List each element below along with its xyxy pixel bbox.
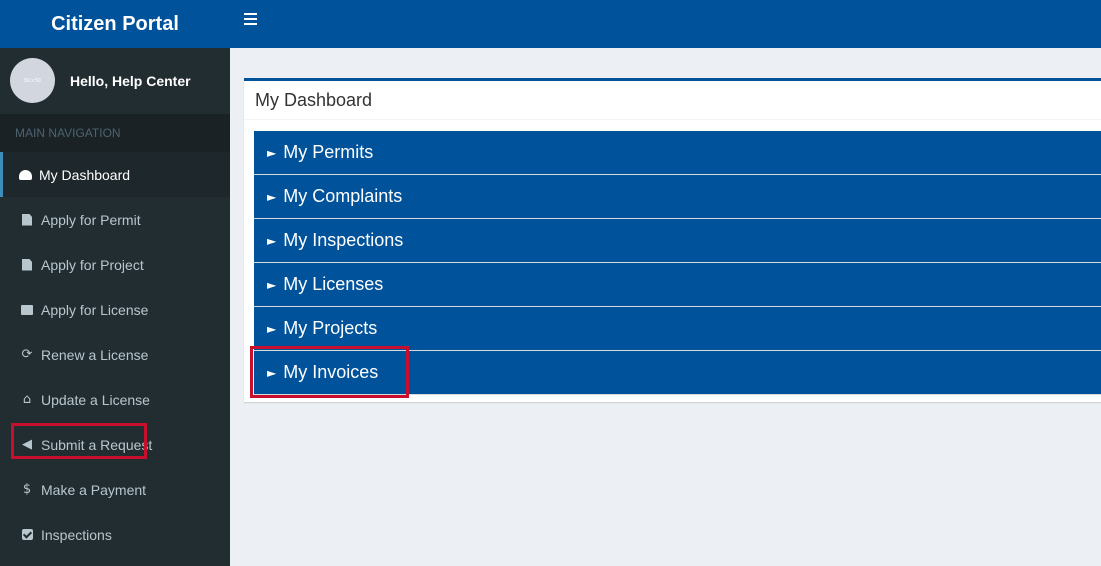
sidebar-item-make-a-payment[interactable]: $ Make a Payment	[0, 467, 230, 512]
panel-my-licenses[interactable]: ► My Licenses	[254, 263, 1101, 307]
sidebar-item-update-a-license[interactable]: ⌂ Update a License	[0, 377, 230, 422]
document-icon	[20, 213, 34, 227]
sidebar-item-apply-for-permit[interactable]: Apply for Permit	[0, 197, 230, 242]
sidebar-item-label: Apply for Permit	[41, 211, 141, 228]
panel-label: My Complaints	[283, 186, 403, 206]
panel-my-invoices[interactable]: ► My Invoices	[254, 351, 1101, 395]
dashboard-panels: ► My Permits ► My Complaints ► My Inspec…	[254, 131, 1101, 395]
sidebar-item-label: My Dashboard	[39, 166, 131, 183]
dashboard-box: My Dashboard ► My Permits ► My Complaint…	[244, 78, 1101, 402]
sidebar-item-renew-a-license[interactable]: ⟳ Renew a License	[0, 332, 230, 377]
panel-label: My Projects	[283, 318, 378, 338]
panel-label: My Licenses	[283, 274, 384, 294]
sidebar-item-label: Make a Payment	[41, 481, 147, 498]
sidebar-item-label: Renew a License	[41, 346, 149, 363]
expand-arrow-icon: ►	[267, 321, 277, 336]
panel-label: My Inspections	[283, 230, 404, 250]
sidebar-item-label: Apply for Project	[41, 256, 144, 273]
sidebar-item-label: Apply for License	[41, 301, 149, 318]
dollar-icon: $	[22, 481, 32, 497]
sidebar-item-submit-a-request[interactable]: ◀ Submit a Request	[0, 422, 230, 467]
page-title: My Dashboard	[244, 81, 1101, 120]
refresh-icon: ⟳	[21, 346, 33, 362]
megaphone-icon: ◀	[22, 436, 32, 452]
expand-arrow-icon: ►	[267, 277, 277, 292]
expand-arrow-icon: ►	[267, 145, 277, 160]
sidebar: 50 x 50 Hello, Help Center MAIN NAVIGATI…	[0, 48, 230, 566]
top-navbar	[230, 0, 1101, 48]
sidebar-item-label: Submit a Request	[41, 436, 153, 453]
expand-arrow-icon: ►	[267, 365, 277, 380]
panel-label: My Permits	[283, 142, 374, 162]
panel-my-complaints[interactable]: ► My Complaints	[254, 175, 1101, 219]
app-logo[interactable]: Citizen Portal	[0, 0, 230, 48]
menu-toggle-icon[interactable]	[244, 13, 257, 25]
user-greeting: Hello, Help Center	[70, 73, 191, 89]
panel-label: My Invoices	[283, 362, 379, 382]
sidebar-item-label: Inspections	[41, 526, 112, 543]
briefcase-icon	[20, 303, 34, 317]
user-panel: 50 x 50 Hello, Help Center	[0, 48, 230, 114]
sidebar-item-apply-for-project[interactable]: Apply for Project	[0, 242, 230, 287]
sidebar-item-my-dashboard[interactable]: My Dashboard	[0, 152, 230, 197]
home-icon: ⌂	[22, 391, 32, 407]
sidebar-item-label: Update a License	[41, 391, 150, 408]
sidebar-item-inspections[interactable]: Inspections	[0, 512, 230, 557]
check-square-icon	[20, 528, 34, 542]
nav-header: MAIN NAVIGATION	[0, 114, 230, 152]
sidebar-item-apply-for-license[interactable]: Apply for License	[0, 287, 230, 332]
panel-my-permits[interactable]: ► My Permits	[254, 131, 1101, 175]
panel-my-projects[interactable]: ► My Projects	[254, 307, 1101, 351]
document-icon	[20, 258, 34, 272]
dashboard-icon	[18, 168, 32, 182]
expand-arrow-icon: ►	[267, 233, 277, 248]
expand-arrow-icon: ►	[267, 189, 277, 204]
avatar: 50 x 50	[10, 58, 55, 103]
panel-my-inspections[interactable]: ► My Inspections	[254, 219, 1101, 263]
